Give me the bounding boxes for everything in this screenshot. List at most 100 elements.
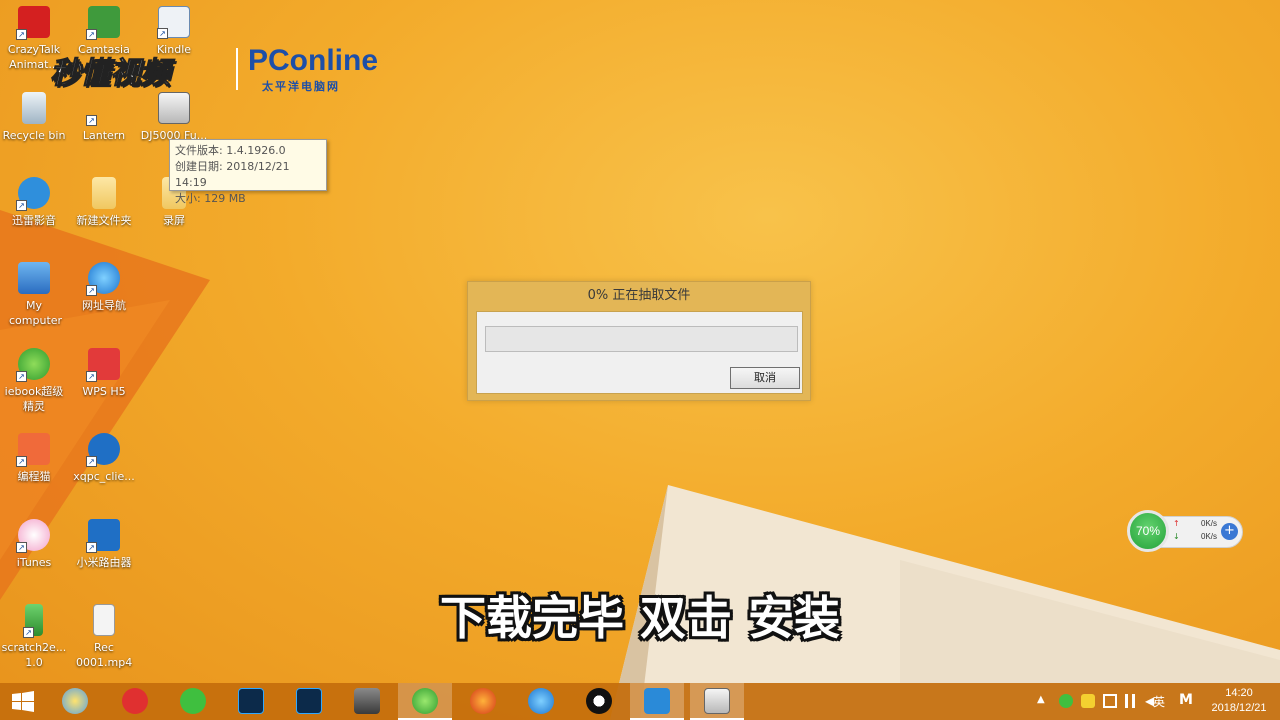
tooltip-version: 文件版本: 1.4.1926.0 bbox=[175, 144, 286, 157]
memory-percent-ball[interactable]: 70% bbox=[1127, 510, 1169, 552]
desktop-icon-wps-h5[interactable]: ↗ WPS H5 bbox=[68, 348, 140, 399]
desktop-icon-label: Recycle bin bbox=[2, 129, 66, 142]
ie-icon: ↗ bbox=[86, 262, 120, 296]
wps-h5-icon: ↗ bbox=[86, 348, 120, 382]
taskbar: ▲ ◀ 英 M 14:20 2018/12/21 bbox=[0, 683, 1280, 720]
pconline-logo: PConline bbox=[248, 44, 379, 77]
desktop-icon-scratch[interactable]: ↗ scratch2e... 1.0 bbox=[0, 604, 70, 670]
crazytalk-icon: ↗ bbox=[16, 6, 50, 40]
itunes-icon: ↗ bbox=[16, 519, 50, 553]
taskbar-photoshop-2[interactable] bbox=[282, 683, 336, 720]
tray-signal-icon[interactable] bbox=[1125, 694, 1135, 708]
dialog-body: 取消 bbox=[476, 311, 803, 394]
start-icon bbox=[12, 691, 34, 712]
desktop-icon-recycle-bin[interactable]: Recycle bin bbox=[0, 92, 70, 143]
desktop-icon-label: 迅雷影音 bbox=[12, 214, 56, 227]
app-icon bbox=[354, 688, 380, 714]
codemao-icon: ↗ bbox=[16, 433, 50, 467]
ime-language[interactable]: 英 bbox=[1153, 693, 1173, 709]
desktop-icon-web-nav[interactable]: ↗ 网址导航 bbox=[68, 262, 140, 313]
desktop-icon-mi-router[interactable]: ↗ 小米路由器 bbox=[68, 519, 140, 570]
mp4-file-icon bbox=[93, 604, 115, 636]
upload-arrow-icon: ↑ bbox=[1173, 519, 1180, 528]
taskbar-app[interactable] bbox=[340, 683, 394, 720]
tray-overflow-icon[interactable]: ▲ bbox=[1037, 694, 1051, 708]
desktop-icon-label: xqpc_clie... bbox=[73, 470, 135, 483]
ime-mode[interactable]: M bbox=[1179, 692, 1197, 708]
desktop-icon-codemao[interactable]: ↗ 编程猫 bbox=[0, 433, 70, 484]
desktop-icon-label: 录屏 bbox=[163, 214, 185, 227]
desktop-icon-label: 新建文件夹 bbox=[76, 214, 132, 227]
taskbar-360-browser[interactable] bbox=[48, 683, 102, 720]
desktop-icon-itunes[interactable]: ↗ iTunes bbox=[0, 519, 70, 570]
upload-rate: 0K/s bbox=[1201, 519, 1218, 528]
router-icon: ↗ bbox=[86, 519, 120, 553]
taskbar-wechat[interactable] bbox=[166, 683, 220, 720]
desktop-icon-label: scratch2e... 1.0 bbox=[1, 641, 67, 669]
desktop-icon-rec-mp4[interactable]: Rec 0001.mp4 bbox=[68, 604, 140, 670]
scratch-icon: ↗ bbox=[23, 604, 43, 638]
tray-network-icon[interactable] bbox=[1081, 694, 1095, 708]
photoshop-icon bbox=[296, 688, 322, 714]
xunlei-player-icon: ↗ bbox=[16, 177, 50, 211]
taskbar-screen-recorder[interactable] bbox=[630, 683, 684, 720]
start-button[interactable] bbox=[0, 683, 46, 720]
taskbar-firefox[interactable] bbox=[456, 683, 510, 720]
taskbar-photoshop-1[interactable] bbox=[224, 683, 278, 720]
desktop-icon-label: 小米路由器 bbox=[76, 556, 132, 569]
plus-icon[interactable]: + bbox=[1221, 523, 1238, 540]
ie-icon bbox=[528, 688, 554, 714]
taskbar-ie[interactable] bbox=[514, 683, 568, 720]
download-rate: 0K/s bbox=[1201, 532, 1218, 541]
desktop-icon-new-folder[interactable]: 新建文件夹 bbox=[68, 177, 140, 228]
network-speed-widget[interactable]: 70% ↑ 0K/s ↓ 0K/s + bbox=[1127, 510, 1245, 552]
recycle-bin-icon bbox=[22, 92, 46, 124]
tray-action-center-icon[interactable] bbox=[1103, 694, 1117, 708]
taskbar-installer[interactable] bbox=[690, 683, 744, 720]
screen-recorder-icon bbox=[644, 688, 670, 714]
extract-dialog: 0% 正在抽取文件 取消 bbox=[467, 281, 811, 401]
desktop-icon-label: Lantern bbox=[82, 129, 126, 142]
tray-360-icon[interactable] bbox=[1059, 694, 1073, 708]
installer-icon bbox=[704, 688, 730, 714]
wechat-icon bbox=[180, 688, 206, 714]
taskbar-360-security[interactable] bbox=[398, 683, 452, 720]
desktop-icon-label: WPS H5 bbox=[82, 385, 126, 398]
desktop-icon-lantern[interactable]: ↗ Lantern bbox=[68, 92, 140, 143]
desktop-icon-dj5000[interactable]: DJ5000 Fu... bbox=[138, 92, 210, 143]
cancel-button[interactable]: 取消 bbox=[730, 367, 800, 389]
360-browser-icon bbox=[62, 688, 88, 714]
video-subtitle: 下载完毕 双击 安装 bbox=[439, 591, 841, 645]
desktop-icon-label: 网址导航 bbox=[82, 299, 126, 312]
wifi-app-icon: ↗ bbox=[86, 433, 120, 467]
pconline-subtitle: 太平洋电脑网 bbox=[262, 80, 340, 93]
desktop-icon-my-computer[interactable]: My computer bbox=[0, 262, 70, 328]
desktop-icon-label: iebook超级精灵 bbox=[4, 385, 64, 413]
photoshop-icon bbox=[238, 688, 264, 714]
desktop-icon-label: iTunes bbox=[16, 556, 52, 569]
camtasia-icon: ↗ bbox=[86, 6, 120, 40]
clock-time: 14:20 bbox=[1225, 687, 1253, 699]
clock-date: 2018/12/21 bbox=[1211, 702, 1267, 714]
netease-music-icon bbox=[122, 688, 148, 714]
computer-icon bbox=[18, 262, 50, 294]
download-arrow-icon: ↓ bbox=[1173, 532, 1180, 541]
system-clock[interactable]: 14:20 2018/12/21 bbox=[1205, 686, 1273, 716]
desktop-icon-label: My computer bbox=[9, 299, 63, 327]
desktop-icon-label: Rec 0001.mp4 bbox=[76, 641, 133, 669]
iebook-icon: ↗ bbox=[16, 348, 50, 382]
desktop-icon-xqpc-client[interactable]: ↗ xqpc_clie... bbox=[68, 433, 140, 484]
kindle-icon: ↗ bbox=[157, 6, 190, 39]
dialog-title[interactable]: 0% 正在抽取文件 bbox=[468, 282, 810, 310]
firefox-icon bbox=[470, 688, 496, 714]
desktop-icon-label: 编程猫 bbox=[17, 470, 51, 483]
desktop-icon-iebook[interactable]: ↗ iebook超级精灵 bbox=[0, 348, 70, 414]
installer-icon bbox=[158, 92, 190, 124]
360-security-icon bbox=[412, 688, 438, 714]
desktop-icon-xunlei-player[interactable]: ↗ 迅雷影音 bbox=[0, 177, 70, 228]
qq-icon bbox=[586, 688, 612, 714]
folder-icon bbox=[92, 177, 116, 209]
taskbar-qq[interactable] bbox=[572, 683, 626, 720]
taskbar-netease-music[interactable] bbox=[108, 683, 162, 720]
tooltip-date: 创建日期: 2018/12/21 14:19 bbox=[175, 160, 290, 189]
